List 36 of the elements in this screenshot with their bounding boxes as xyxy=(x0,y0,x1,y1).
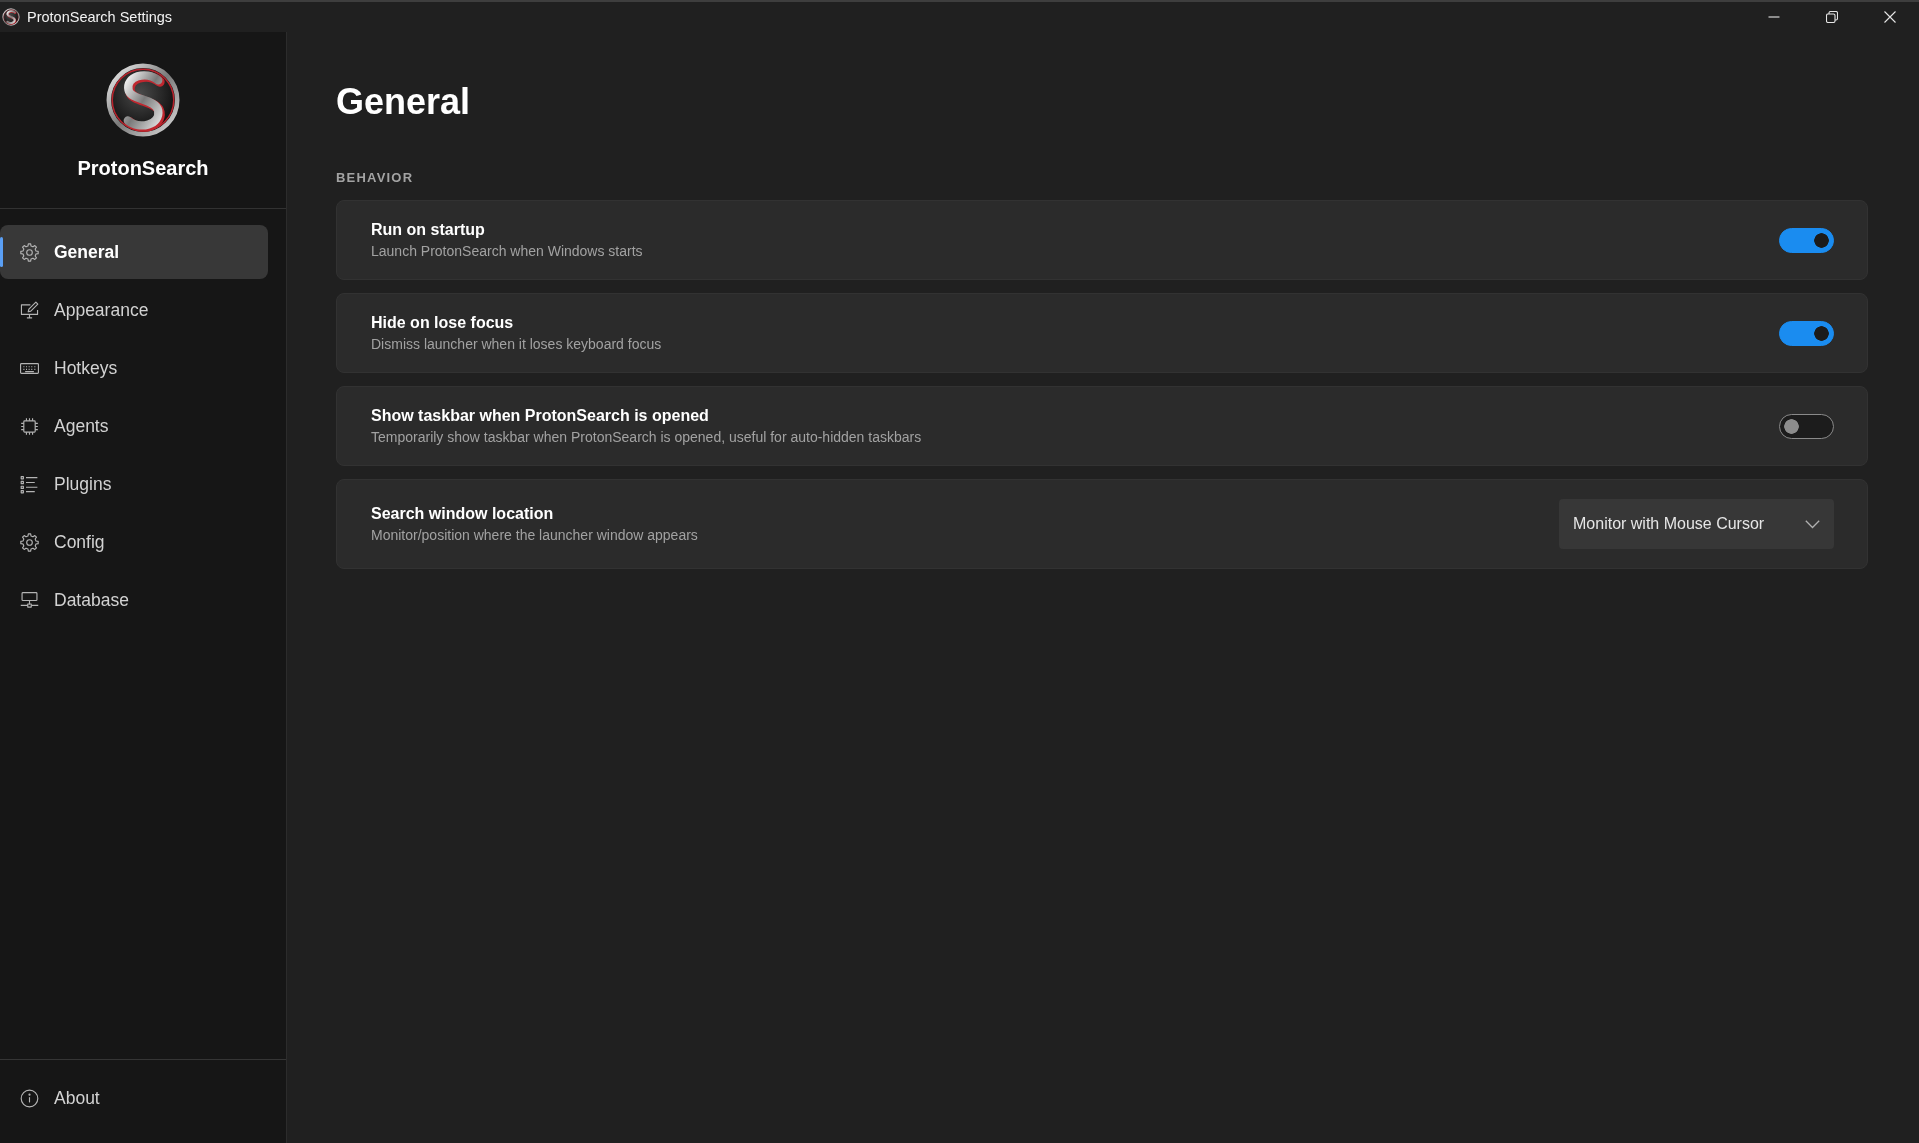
close-icon xyxy=(1884,11,1896,23)
setting-title: Show taskbar when ProtonSearch is opened xyxy=(371,406,710,425)
toggle-switch[interactable] xyxy=(1779,227,1834,253)
setting-title: Hide on lose focus xyxy=(371,313,515,332)
dropdown[interactable]: Monitor with Mouse Cursor xyxy=(1559,499,1834,549)
setting-description: Launch ProtonSearch when Windows starts xyxy=(371,243,643,260)
setting-description: Dismiss launcher when it loses keyboard focus xyxy=(371,336,662,353)
info-icon xyxy=(19,1087,40,1109)
chevron-down-icon xyxy=(1805,519,1820,529)
gear-icon xyxy=(19,531,40,553)
restore-icon xyxy=(1826,11,1838,23)
list-icon xyxy=(19,473,40,495)
nav-item[interactable]: Hotkeys xyxy=(0,341,268,395)
page-title: General xyxy=(336,80,472,124)
setting-title: Run on startup xyxy=(371,220,486,239)
monitor-pencil-icon xyxy=(19,299,40,321)
nav-item[interactable]: Appearance xyxy=(0,283,268,337)
logo-icon xyxy=(2,8,20,26)
setting-title: Search window location xyxy=(371,504,555,523)
nav-item[interactable]: Config xyxy=(0,515,268,569)
setting-description: Temporarily show taskbar when ProtonSearch is opened, useful for auto-hidden taskbars xyxy=(371,429,922,446)
logo-icon xyxy=(105,62,181,138)
nav-item[interactable]: General xyxy=(0,225,268,279)
chip-icon xyxy=(19,415,40,437)
setting-description: Monitor/position where the launcher window appears xyxy=(371,527,698,544)
nav-item[interactable]: Database xyxy=(0,573,268,627)
nav-item[interactable]: About xyxy=(0,1071,268,1125)
gear-icon xyxy=(19,241,40,263)
app-name: ProtonSearch xyxy=(77,156,209,180)
network-icon xyxy=(19,589,40,611)
window-title: ProtonSearch Settings xyxy=(27,9,173,25)
toggle-switch[interactable] xyxy=(1779,320,1834,346)
nav-item[interactable]: Agents xyxy=(0,399,268,453)
toggle-switch[interactable] xyxy=(1779,413,1834,439)
section-heading: BEHAVIOR xyxy=(336,170,415,186)
nav-item[interactable]: Plugins xyxy=(0,457,268,511)
